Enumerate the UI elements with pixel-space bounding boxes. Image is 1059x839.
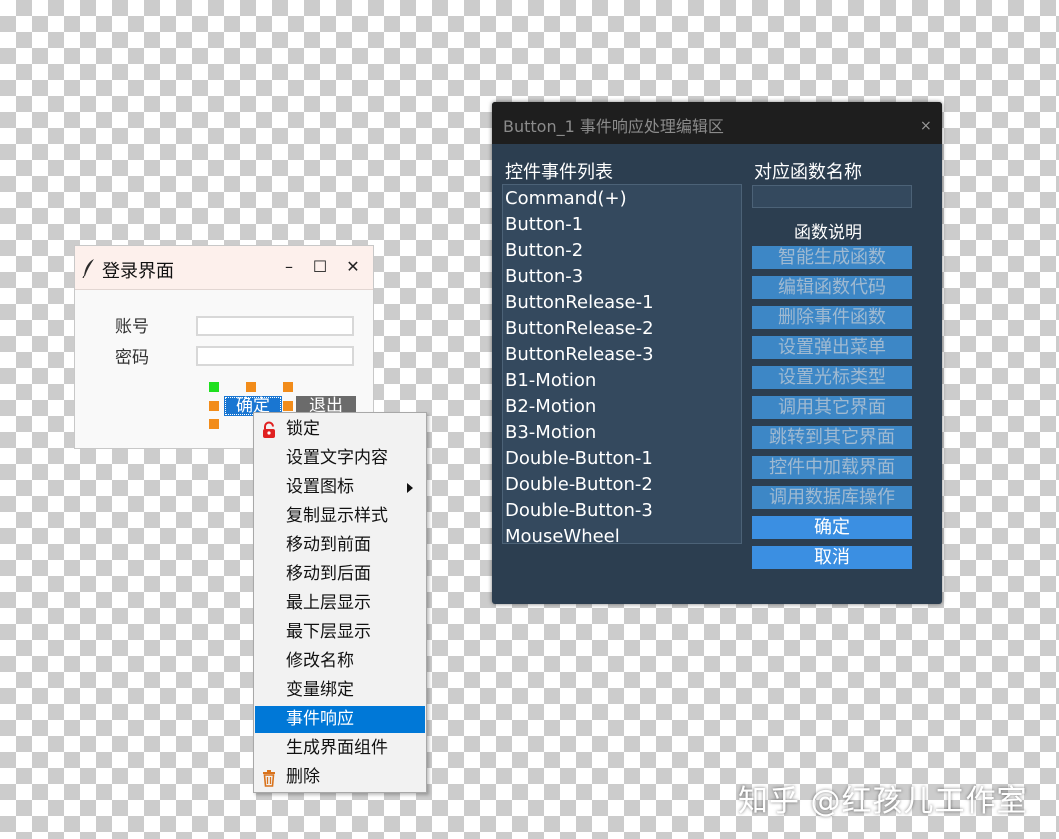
event-list-item[interactable]: Double-Button-2 [505, 472, 739, 498]
dialog-button-1[interactable]: 编辑函数代码 [752, 276, 912, 299]
maximize-button[interactable]: ☐ [309, 256, 331, 278]
event-list-item[interactable]: B3-Motion [505, 420, 739, 446]
menu-item-6[interactable]: 最上层显示 [255, 590, 425, 617]
menu-item-4[interactable]: 移动到前面 [255, 532, 425, 559]
event-list-item[interactable]: MouseWheel [505, 524, 739, 543]
password-input[interactable] [196, 346, 354, 366]
menu-item-9[interactable]: 变量绑定 [255, 677, 425, 704]
menu-item-label: 复制显示样式 [286, 506, 388, 526]
account-input[interactable] [196, 316, 354, 336]
dialog-title: Button_1 事件响应处理编辑区 [503, 117, 724, 136]
selection-handle[interactable] [246, 382, 256, 392]
menu-item-11[interactable]: 生成界面组件 [255, 735, 425, 762]
account-label: 账号 [115, 317, 149, 337]
dialog-button-5[interactable]: 调用其它界面 [752, 396, 912, 419]
menu-item-2[interactable]: 设置图标 [255, 474, 425, 501]
event-response-dialog: Button_1 事件响应处理编辑区 × 控件事件列表 对应函数名称 Comma… [492, 102, 942, 604]
menu-item-1[interactable]: 设置文字内容 [255, 445, 425, 472]
event-list-item[interactable]: B1-Motion [505, 368, 739, 394]
dialog-button-9[interactable]: 确定 [752, 516, 912, 539]
lock-icon [260, 421, 278, 439]
menu-item-label: 设置图标 [286, 477, 354, 497]
event-list-item[interactable]: Double-Button-1 [505, 446, 739, 472]
menu-item-7[interactable]: 最下层显示 [255, 619, 425, 646]
selection-handle[interactable] [209, 401, 219, 411]
selection-handle[interactable] [283, 382, 293, 392]
event-list-item[interactable]: Button-3 [505, 264, 739, 290]
selection-handle[interactable] [283, 401, 293, 411]
function-name-input[interactable] [752, 185, 912, 208]
menu-item-5[interactable]: 移动到后面 [255, 561, 425, 588]
dialog-button-4[interactable]: 设置光标类型 [752, 366, 912, 389]
menu-item-3[interactable]: 复制显示样式 [255, 503, 425, 530]
close-icon[interactable]: × [920, 118, 932, 134]
dialog-titlebar[interactable]: Button_1 事件响应处理编辑区 × [492, 102, 942, 144]
feather-icon [82, 258, 96, 282]
menu-item-label: 锁定 [286, 419, 320, 439]
dialog-button-3[interactable]: 设置弹出菜单 [752, 336, 912, 359]
event-list-item[interactable]: Command(+) [505, 186, 739, 212]
selection-handle-anchor[interactable] [209, 382, 219, 392]
menu-item-label: 移动到前面 [286, 535, 371, 555]
submenu-arrow-icon [407, 483, 413, 493]
dialog-button-0[interactable]: 智能生成函数 [752, 246, 912, 269]
dialog-button-8[interactable]: 调用数据库操作 [752, 486, 912, 509]
menu-item-label: 修改名称 [286, 651, 354, 671]
event-list-item[interactable]: ButtonRelease-3 [505, 342, 739, 368]
minimize-button[interactable]: – [278, 256, 300, 278]
watermark: 知乎 @红孩儿工作室 [738, 784, 1028, 819]
trash-icon [260, 769, 278, 787]
close-button[interactable]: ✕ [342, 256, 364, 278]
event-list-item[interactable]: Double-Button-3 [505, 498, 739, 524]
function-description-label: 函数说明 [794, 223, 862, 243]
event-list-item[interactable]: ButtonRelease-1 [505, 290, 739, 316]
menu-item-label: 事件响应 [286, 709, 354, 729]
dialog-button-7[interactable]: 控件中加载界面 [752, 456, 912, 479]
menu-item-label: 移动到后面 [286, 564, 371, 584]
dialog-button-2[interactable]: 删除事件函数 [752, 306, 912, 329]
menu-item-0[interactable]: 锁定 [255, 416, 425, 443]
function-name-label: 对应函数名称 [754, 162, 862, 183]
menu-item-label: 变量绑定 [286, 680, 354, 700]
event-list-item[interactable]: Button-2 [505, 238, 739, 264]
menu-item-12[interactable]: 删除 [255, 764, 425, 791]
login-titlebar[interactable]: 登录界面 – ☐ ✕ [75, 246, 373, 290]
context-menu: 锁定设置文字内容 设置图标复制显示样式 移动到前面移动到后面最上层显示最下层显示修改… [253, 412, 427, 793]
menu-item-8[interactable]: 修改名称 [255, 648, 425, 675]
menu-item-label: 生成界面组件 [286, 738, 388, 758]
dialog-button-6[interactable]: 跳转到其它界面 [752, 426, 912, 449]
dialog-button-10[interactable]: 取消 [752, 546, 912, 569]
events-list-label: 控件事件列表 [505, 162, 613, 183]
menu-item-label: 最上层显示 [286, 593, 371, 613]
event-list-item[interactable]: Button-1 [505, 212, 739, 238]
menu-item-label: 最下层显示 [286, 622, 371, 642]
menu-item-label: 设置文字内容 [286, 448, 388, 468]
password-label: 密码 [115, 348, 149, 368]
event-list[interactable]: Command(+) Button-1 Button-2 Button-3 Button… [502, 184, 742, 544]
menu-item-10[interactable]: 事件响应 [255, 706, 425, 733]
event-list-item[interactable]: ButtonRelease-2 [505, 316, 739, 342]
login-window-title: 登录界面 [102, 261, 174, 282]
menu-item-label: 删除 [286, 767, 320, 787]
event-list-item[interactable]: B2-Motion [505, 394, 739, 420]
selection-handle[interactable] [209, 419, 219, 429]
